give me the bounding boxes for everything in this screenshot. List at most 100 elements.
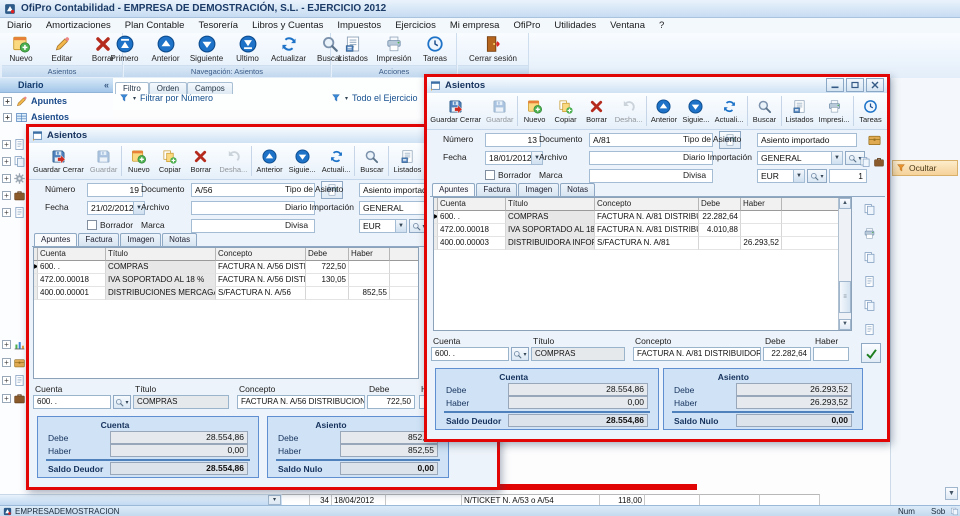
sidebar-strip-chest-icon[interactable]: + [2, 356, 26, 369]
toolbar-button-anterior[interactable]: Anterior [648, 93, 680, 129]
toolbar-button-guardar-cerrar[interactable]: Guardar Cerrar [30, 143, 87, 179]
table-row[interactable]: ▶600. .COMPRASFACTURA N. A/56 DISTRIBUCI… [34, 261, 418, 274]
sidebar-strip-case-icon[interactable]: + [2, 392, 26, 405]
sidebar-header[interactable]: Diario « [0, 78, 113, 93]
side-action-sheets2-icon[interactable] [863, 201, 876, 219]
expand-icon[interactable]: + [3, 112, 12, 122]
sidebar-item-apuntes[interactable]: + Apuntes [0, 93, 113, 109]
side-field-icon-chest[interactable] [867, 131, 882, 149]
ribbon-button-editar[interactable]: Editar [43, 34, 81, 64]
expand-icon[interactable]: + [2, 140, 11, 149]
side-field-icon-1[interactable] [859, 153, 871, 171]
collapse-chevron-icon[interactable]: « [104, 78, 109, 92]
close-button[interactable] [866, 78, 884, 92]
side-action-print-icon[interactable] [863, 225, 876, 243]
diario-importacion-field[interactable]: GENERAL▼ [757, 151, 843, 165]
cuenta-search-button[interactable]: ▾ [113, 395, 131, 409]
toolbar-button-copiar[interactable]: Copiar [550, 93, 581, 129]
expand-icon[interactable]: + [2, 340, 11, 349]
scrollbar-down-arrow[interactable]: ▼ [839, 319, 851, 330]
table-row[interactable]: 472.00.00018 IVA SOPORTADO AL 18 % FACTURA… [434, 224, 838, 237]
tab-notas[interactable]: Notas [560, 183, 596, 196]
toolbar-button-nuevo[interactable]: Nuevo [519, 93, 550, 129]
cuenta-search-button[interactable]: ▾ [511, 347, 529, 361]
grid-scrollbar[interactable]: ▲ ≡ ▼ [838, 198, 851, 330]
tab-imagen[interactable]: Imagen [120, 233, 162, 246]
toolbar-button-siguie[interactable]: Siguie... [680, 93, 712, 129]
toolbar-button-buscar[interactable]: Buscar [749, 93, 780, 129]
sidebar-strip-chart-icon[interactable]: + [2, 338, 26, 351]
ribbon-button-actualizar[interactable]: Actualizar [270, 34, 308, 64]
table-row[interactable]: ▶600. .COMPRASFACTURA N. A/81 DISTRIBUID… [434, 211, 838, 224]
toolbar-button-anterior[interactable]: Anterior [253, 143, 285, 179]
toolbar-button-borrar[interactable]: Borrar [185, 143, 216, 179]
toolbar-button-siguie[interactable]: Siguie... [286, 143, 319, 179]
toolbar-button-borrar[interactable]: Borrar [581, 93, 612, 129]
side-action-sheet-icon[interactable] [863, 273, 876, 291]
apuntes-grid[interactable]: CuentaTítuloConceptoDebeHaber▶600. .COMP… [433, 197, 852, 331]
menu-item-impuestos[interactable]: Impuestos [330, 19, 388, 32]
numero-field[interactable]: 19 [87, 183, 143, 197]
borrador-checkbox[interactable] [87, 220, 97, 230]
numero-field[interactable]: 13 [485, 133, 541, 147]
window-titlebar[interactable]: Asientos [427, 77, 887, 94]
app-titlebar[interactable]: OfiPro Contabilidad - EMPRESA DE DEMOSTR… [0, 0, 960, 18]
divisa-field[interactable]: EUR ▼ [359, 219, 407, 233]
divisa-extra-field[interactable]: 1 [829, 169, 867, 183]
chevron-down-icon[interactable]: ▼ [831, 152, 842, 164]
expand-icon[interactable]: + [2, 358, 11, 367]
table-row[interactable]: 400.00.00001 DISTRIBUCIONES MERCAGA S/FACT… [34, 287, 418, 300]
fecha-field[interactable]: 21/02/2012 ▼ [87, 201, 145, 215]
sidebar-strip-sheet-icon[interactable]: + [2, 138, 26, 151]
edit-debe-field[interactable]: 22.282,64 [763, 347, 811, 361]
tab-imagen[interactable]: Imagen [518, 183, 560, 196]
divisa-field[interactable]: EUR ▼ [757, 169, 805, 183]
expand-icon[interactable]: + [2, 191, 11, 200]
edit-cuenta-field[interactable]: 600. . [33, 395, 111, 409]
chevron-down-icon[interactable]: ▼ [793, 170, 804, 182]
edit-cuenta-field[interactable]: 600. . [431, 347, 509, 361]
restore-button[interactable] [846, 78, 864, 92]
apuntes-grid[interactable]: CuentaTítuloConceptoDebeHaber▶600. .COMP… [33, 247, 419, 379]
chevron-down-icon[interactable]: ▼ [395, 220, 406, 232]
toolbar-button-tareas[interactable]: Tareas [855, 93, 886, 129]
tab-factura[interactable]: Factura [78, 233, 120, 246]
edit-concepto-field[interactable]: FACTURA N. A/56 DISTRIBUCIONES MEI [237, 395, 365, 409]
toolbar-button-actuali[interactable]: Actuali... [319, 143, 354, 179]
scrollbar-down-arrow[interactable]: ▼ [945, 487, 958, 500]
toolbar-button-guardar-cerrar[interactable]: Guardar Cerrar [428, 93, 483, 129]
edit-haber-field[interactable] [813, 347, 849, 361]
toolbar-button-actuali[interactable]: Actuali... [712, 93, 746, 129]
menu-item-diario[interactable]: Diario [0, 19, 39, 32]
sidebar-strip-gear-icon[interactable]: + [2, 172, 26, 185]
expand-icon[interactable]: + [2, 376, 11, 385]
ribbon-button-tareas[interactable]: Tareas [416, 34, 454, 64]
menu-item-tesorer-a[interactable]: Tesorería [191, 19, 245, 32]
ribbon-button-cerrar-sesi-n[interactable]: Cerrar sesión [466, 34, 520, 64]
ribbon-button-listados[interactable]: Listados [334, 34, 372, 64]
menu-item-mi-empresa[interactable]: Mi empresa [443, 19, 507, 32]
ribbon-button-ultimo[interactable]: Ultimo [229, 34, 267, 64]
sidebar-strip-case-icon[interactable]: + [2, 189, 26, 202]
tab-notas[interactable]: Notas [162, 233, 198, 246]
divisa-search-button[interactable]: ▾ [807, 169, 827, 183]
side-action-sheets2-icon[interactable] [863, 297, 876, 315]
edit-concepto-field[interactable]: FACTURA N. A/81 DISTRIBUIDORA INFO [633, 347, 761, 361]
confirm-apunte-button[interactable] [861, 343, 881, 363]
ribbon-button-primero[interactable]: Primero [106, 34, 144, 64]
scrollbar-thumb[interactable]: ≡ [839, 281, 851, 313]
expand-icon[interactable]: + [2, 394, 11, 403]
edit-debe-field[interactable]: 722,50 [367, 395, 415, 409]
table-row[interactable]: 472.00.00018 IVA SOPORTADO AL 18 % FACTURA… [34, 274, 418, 287]
tab-apuntes[interactable]: Apuntes [432, 183, 476, 196]
menu-item-utilidades[interactable]: Utilidades [547, 19, 603, 32]
ocultar-button[interactable]: Ocultar [892, 160, 958, 176]
ribbon-button-impresi-n[interactable]: Impresión [375, 34, 413, 64]
tab-factura[interactable]: Factura [476, 183, 518, 196]
sidebar-item-asientos[interactable]: + Asientos [0, 109, 113, 125]
menu-item-ofipro[interactable]: OfiPro [506, 19, 547, 32]
scrollbar-up-arrow[interactable]: ▲ [839, 198, 851, 209]
expand-icon[interactable]: + [2, 208, 11, 217]
toolbar-button-copiar[interactable]: Copiar [154, 143, 185, 179]
table-row[interactable]: 400.00.00003DISTRIBUIDORA INFORMATIS/FAC… [434, 237, 838, 250]
